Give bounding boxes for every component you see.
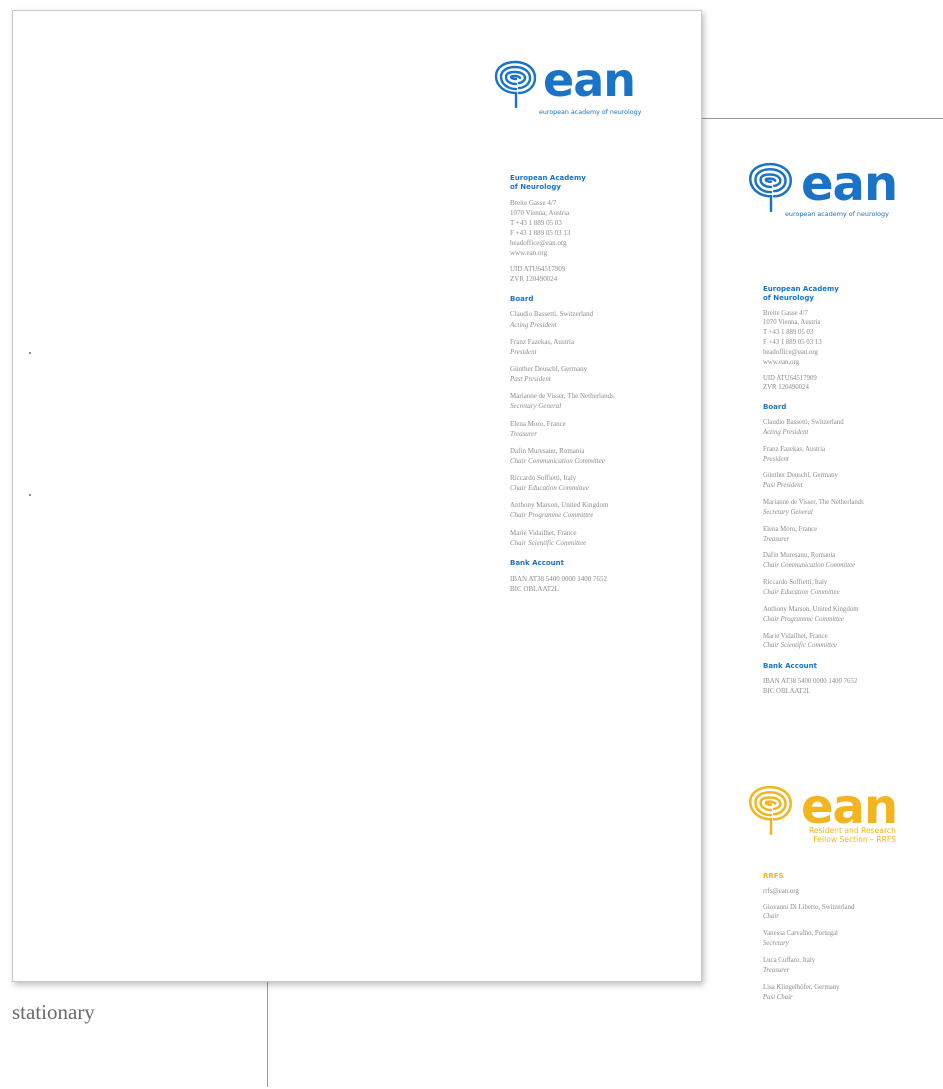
labyrinth-brain-icon xyxy=(748,162,792,213)
fax-number: F +43 1 889 05 03 13 xyxy=(763,339,822,347)
sidebar-info-back: European Academy of Neurology Breite Gass… xyxy=(763,285,938,697)
sidebar-info-front: European Academy of Neurology Breite Gass… xyxy=(510,174,685,594)
iban: IBAN AT38 5400 0000 1400 7652 xyxy=(763,677,858,685)
phone-number: T +43 1 889 05 03 xyxy=(763,329,814,337)
board-member: Marianne de Visser, The Netherlands Secre… xyxy=(510,392,614,411)
letterhead-front-sheet: ean european academy of neurology Europe… xyxy=(12,10,702,982)
rrfs-wordmark: ean xyxy=(801,779,898,835)
website: www.ean.org xyxy=(510,249,548,258)
board-member: Marianne de Visser, The Netherlands Secre… xyxy=(763,499,864,516)
address-line: 1070 Vienna, Austria xyxy=(763,319,821,327)
board-member: Franz Fazekas, Austria President xyxy=(763,445,826,463)
bank-heading: Bank Account xyxy=(510,558,564,567)
rrfs-member: Lisa Klingelhöfer, Germany Past Chair xyxy=(763,983,840,1001)
fold-mark xyxy=(29,494,31,496)
board-member: Claudio Bassetti, Switzerland Acting Pres… xyxy=(510,310,594,329)
letterhead-back-sheet: ean european academy of neurology Europe… xyxy=(700,118,943,1089)
board-member: Elena Moro, France Treasurer xyxy=(510,419,566,438)
board-member: Riccardo Soffietti, Italy Chair Education… xyxy=(510,474,589,493)
email-address: headoffice@ean.org xyxy=(763,348,818,356)
board-member: Franz Fazekas, Austria President xyxy=(510,337,574,356)
board-member: Riccardo Soffietti, Italy Chair Education… xyxy=(763,579,840,596)
board-heading: Board xyxy=(763,403,787,412)
board-list: Claudio Bassetti, Switzerland Acting Pres… xyxy=(763,418,938,651)
org-heading: European Academy of Neurology xyxy=(510,174,586,191)
board-member: Anthony Marson, United Kingdom Chair Prog… xyxy=(763,605,859,623)
iban: IBAN AT38 5400 0000 1400 7652 xyxy=(510,574,608,583)
board-member: Marie Vidailhet, France Chair Scientific … xyxy=(510,528,587,547)
board-member: Günther Deuschl, Germany Past President xyxy=(763,472,838,490)
ean-wordmark: ean xyxy=(801,156,898,212)
uid-number: UID ATU64517909 xyxy=(763,374,817,382)
ean-tagline: european academy of neurology xyxy=(785,210,889,218)
ean-logo: ean european academy of neurology xyxy=(491,53,661,119)
rrfs-info: RRFS rrfs@ean.org Giovanni Di Liberto, S… xyxy=(763,872,938,1009)
rrfs-heading: RRFS xyxy=(763,872,784,880)
rrfs-tagline: Resident and Research Fellow Section – RR… xyxy=(809,826,896,844)
rrfs-member: Vanessa Carvalho, Portugal Secretary xyxy=(763,930,838,948)
rrfs-member: Luca Cuffaro, Italy Treasurer xyxy=(763,956,816,974)
caption: stationary xyxy=(12,1000,95,1024)
rrfs-email: rrfs@ean.org xyxy=(763,887,799,895)
labyrinth-brain-icon xyxy=(748,785,792,836)
labyrinth-brain-icon xyxy=(494,60,537,109)
address-line: Breite Gasse 4/7 xyxy=(510,198,557,207)
board-list: Claudio Bassetti, Switzerland Acting Pres… xyxy=(510,309,685,548)
board-member: Anthony Marson, United Kingdom Chair Prog… xyxy=(510,501,609,520)
uid-number: UID ATU64517909 xyxy=(510,265,566,274)
board-member: Dafin Muresanu, Romania Chair Communicati… xyxy=(763,552,856,570)
board-member: Claudio Bassetti, Switzerland Acting Pres… xyxy=(763,419,844,436)
fold-mark xyxy=(29,352,31,354)
ean-tagline: european academy of neurology xyxy=(539,109,642,116)
board-member: Elena Moro, France Treasurer xyxy=(763,525,818,543)
board-member: Marie Vidailhet, France Chair Scientific … xyxy=(763,632,837,650)
rrfs-logo: ean Resident and Research Fellow Section … xyxy=(745,779,943,856)
rrfs-list: Giovanni Di Liberto, Switzerland Chair Va… xyxy=(763,903,938,1003)
phone-number: T +43 1 889 05 03 xyxy=(510,218,562,227)
divider-line xyxy=(267,980,268,1087)
board-member: Günther Deuschl, Germany Past President xyxy=(510,364,588,384)
address-line: 1070 Vienna, Austria xyxy=(510,208,570,217)
website: www.ean.org xyxy=(763,358,800,366)
ean-wordmark: ean xyxy=(543,53,636,107)
address-line: Breite Gasse 4/7 xyxy=(763,309,808,317)
zvr-number: ZVR 120490024 xyxy=(510,275,558,284)
ean-logo: ean european academy of neurology xyxy=(745,156,943,223)
bic: BIC OBLAAT2L xyxy=(763,687,811,695)
rrfs-member: Giovanni Di Liberto, Switzerland Chair xyxy=(763,903,855,921)
fax-number: F +43 1 889 05 03 13 xyxy=(510,228,571,237)
board-heading: Board xyxy=(510,294,534,303)
bank-heading: Bank Account xyxy=(763,662,817,671)
bic: BIC OBLAAT2L xyxy=(510,584,559,593)
email-address: headoffice@ean.org xyxy=(510,239,567,248)
zvr-number: ZVR 120490024 xyxy=(763,384,809,392)
org-heading: European Academy of Neurology xyxy=(763,285,839,302)
board-member: Dafin Muresanu, Romania Chair Communicati… xyxy=(510,446,605,465)
